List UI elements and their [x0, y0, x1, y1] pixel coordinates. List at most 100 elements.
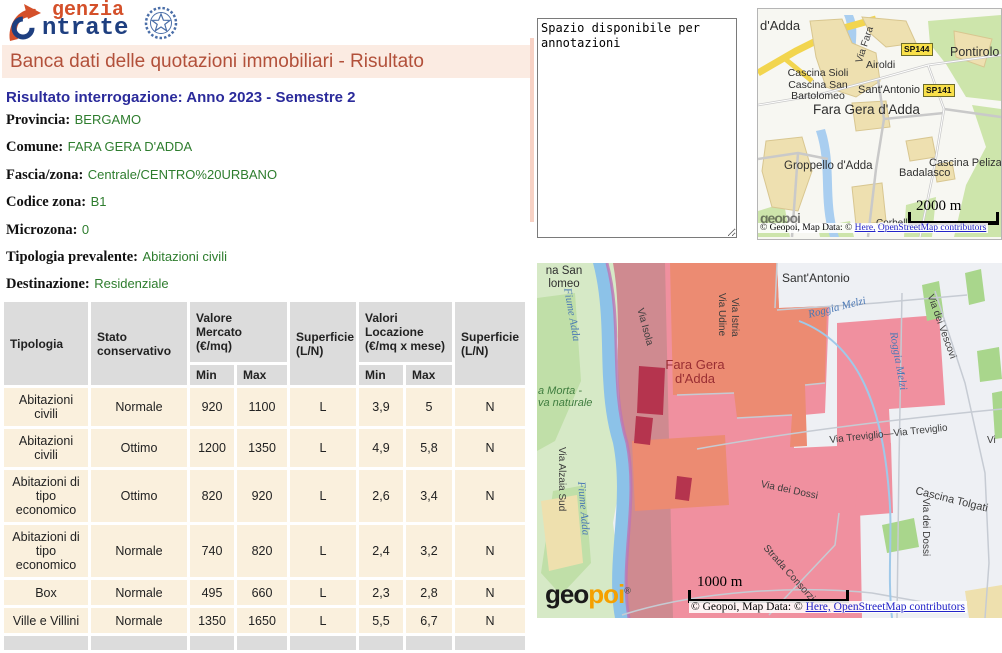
- cell-tipologia: Abitazioni civili: [4, 429, 88, 467]
- cell-min: 2,3: [359, 580, 403, 605]
- result-title: Risultato interrogazione: Anno 2023 - Se…: [6, 89, 356, 106]
- col-header-valore-mercato: Valore Mercato (€/mq): [190, 302, 287, 362]
- col-header-valori-locazione: Valori Locazione (€/mq x mese): [359, 302, 452, 362]
- cell-min: 920: [190, 388, 234, 426]
- page: genzia ntrate Banca dati delle quotazion…: [0, 0, 1002, 640]
- logo-text: genzia ntrate: [42, 2, 128, 39]
- osm-link[interactable]: OpenStreetMap contributors: [878, 223, 986, 233]
- geopoi-geo: geo: [545, 579, 588, 609]
- table-row-partial: [4, 636, 525, 650]
- field-comune: Comune: FARA GERA D'ADDA: [6, 138, 277, 165]
- map-label-via-istria: Via Istria: [729, 298, 740, 337]
- field-value: Abitazioni civili: [142, 249, 227, 264]
- col-header-tipologia: Tipologia: [4, 302, 88, 385]
- cell-max: 5,8: [406, 429, 452, 467]
- field-label: Fascia/zona:: [6, 167, 83, 183]
- cell-max: 3,4: [406, 470, 452, 522]
- map-label-fara-gera-dadda: Fara Gera d'Adda: [813, 103, 920, 118]
- table-row: Box Normale 495 660 L 2,3 2,8 N: [4, 580, 525, 605]
- cell-max: 1100: [237, 388, 287, 426]
- cell-tipologia: Abitazioni di tipo economico: [4, 470, 88, 522]
- cell-superficie: L: [290, 388, 356, 426]
- map-label-groppello: Groppello d'Adda: [784, 160, 873, 173]
- table-row: Abitazioni civili Normale 920 1100 L 3,9…: [4, 388, 525, 426]
- cell-max: 920: [237, 470, 287, 522]
- col-header-min-2: Min: [359, 365, 403, 385]
- field-value: Residenziale: [94, 276, 168, 291]
- road-badge-sp144: SP144: [901, 43, 933, 56]
- cell-max: 820: [237, 525, 287, 577]
- table-row: Abitazioni di tipo economico Normale 740…: [4, 525, 525, 577]
- field-value: Centrale/CENTRO%20URBANO: [88, 167, 277, 182]
- road-badge-sp141: SP141: [923, 84, 955, 97]
- cell-superficie: L: [290, 608, 356, 633]
- geopoi-poi: poi: [588, 579, 624, 609]
- cell-min: 5,5: [359, 608, 403, 633]
- map-label-via-udine: Via Udine: [716, 293, 727, 336]
- field-fascia-zona: Fascia/zona: Centrale/CENTRO%20URBANO: [6, 166, 277, 193]
- cell-tipologia: Abitazioni civili: [4, 388, 88, 426]
- cell-min: 820: [190, 470, 234, 522]
- map-attribution: © Geopoi, Map Data: © Here, OpenStreetMa…: [758, 223, 988, 233]
- here-link[interactable]: Here,: [806, 601, 831, 613]
- map-label-cascina-san-cut: na San lomeo: [538, 265, 590, 290]
- map-label-adda: d'Adda: [760, 19, 800, 33]
- cell-superficie: N: [455, 525, 525, 577]
- map-label-cascina-sioli-san-bartolomeo: Cascina Sioli Cascina San Bartolomeo: [782, 68, 854, 103]
- cell-stato: Normale: [91, 525, 187, 577]
- italy-emblem-icon: [144, 6, 178, 40]
- field-provincia: Provincia: BERGAMO: [6, 111, 277, 138]
- cell-min: 495: [190, 580, 234, 605]
- map-label-morta-naturale: a Morta - va naturale: [538, 385, 594, 409]
- col-header-max-1: Max: [237, 365, 287, 385]
- geopoi-logo: geopoi®: [545, 581, 631, 607]
- field-value: B1: [91, 194, 107, 209]
- result-fields: Provincia: BERGAMO Comune: FARA GERA D'A…: [6, 111, 277, 303]
- cell-max: 2,8: [406, 580, 452, 605]
- geopoi-reg: ®: [624, 585, 631, 595]
- map-label-sant-antonio: Sant'Antonio: [782, 272, 850, 285]
- annotations-textarea[interactable]: Spazio disponibile per annotazioni: [537, 18, 737, 238]
- cell-stato: Normale: [91, 608, 187, 633]
- cell-superficie: N: [455, 470, 525, 522]
- map-label-fara-gera-dadda: Fara Gera d'Adda: [665, 358, 725, 387]
- osm-link[interactable]: OpenStreetMap contributors: [834, 601, 965, 613]
- cell-superficie: N: [455, 388, 525, 426]
- agenzia-entrate-logo: genzia ntrate: [6, 2, 176, 44]
- overview-map[interactable]: d'Adda Via Fara Airoldi SP144 Pontirolo …: [757, 8, 1002, 240]
- overview-map-tiles: [758, 9, 1001, 239]
- attribution-text: © Geopoi, Map Data: ©: [760, 223, 855, 233]
- cell-superficie: L: [290, 580, 356, 605]
- table-row: Abitazioni civili Ottimo 1200 1350 L 4,9…: [4, 429, 525, 467]
- table-row: Ville e Villini Normale 1350 1650 L 5,5 …: [4, 608, 525, 633]
- map-label-sant-antonio: Sant'Antonio: [858, 84, 920, 96]
- table-header-row-1: Tipologia Stato conservativo Valore Merc…: [4, 302, 525, 362]
- field-label: Codice zona:: [6, 194, 86, 210]
- map-label-vi-cut: Vi: [987, 435, 996, 446]
- cell-superficie: L: [290, 470, 356, 522]
- cell-max: 6,7: [406, 608, 452, 633]
- cell-min: 2,4: [359, 525, 403, 577]
- cell-min: 1200: [190, 429, 234, 467]
- cell-tipologia: Ville e Villini: [4, 608, 88, 633]
- cell-max: 660: [237, 580, 287, 605]
- cell-min: 3,9: [359, 388, 403, 426]
- cell-stato: Normale: [91, 388, 187, 426]
- here-link[interactable]: Here,: [855, 223, 876, 233]
- cell-stato: Ottimo: [91, 429, 187, 467]
- field-microzona: Microzona: 0: [6, 221, 277, 248]
- field-value: BERGAMO: [75, 112, 141, 127]
- field-label: Provincia:: [6, 112, 70, 128]
- cell-max: 3,2: [406, 525, 452, 577]
- field-codice-zona: Codice zona: B1: [6, 193, 277, 220]
- zone-map[interactable]: na San lomeo Sant'Antonio Fiume Adda Via…: [537, 263, 1002, 618]
- scale-label: 1000 m: [697, 574, 742, 591]
- agenzia-entrate-mark-icon: [6, 3, 44, 43]
- col-header-superficie-2: Superficie (L/N): [455, 302, 525, 385]
- col-header-min-1: Min: [190, 365, 234, 385]
- cell-stato: Ottimo: [91, 470, 187, 522]
- field-value: 0: [82, 222, 89, 237]
- cell-max: 5: [406, 388, 452, 426]
- field-label: Tipologia prevalente:: [6, 249, 138, 265]
- cell-min: 4,9: [359, 429, 403, 467]
